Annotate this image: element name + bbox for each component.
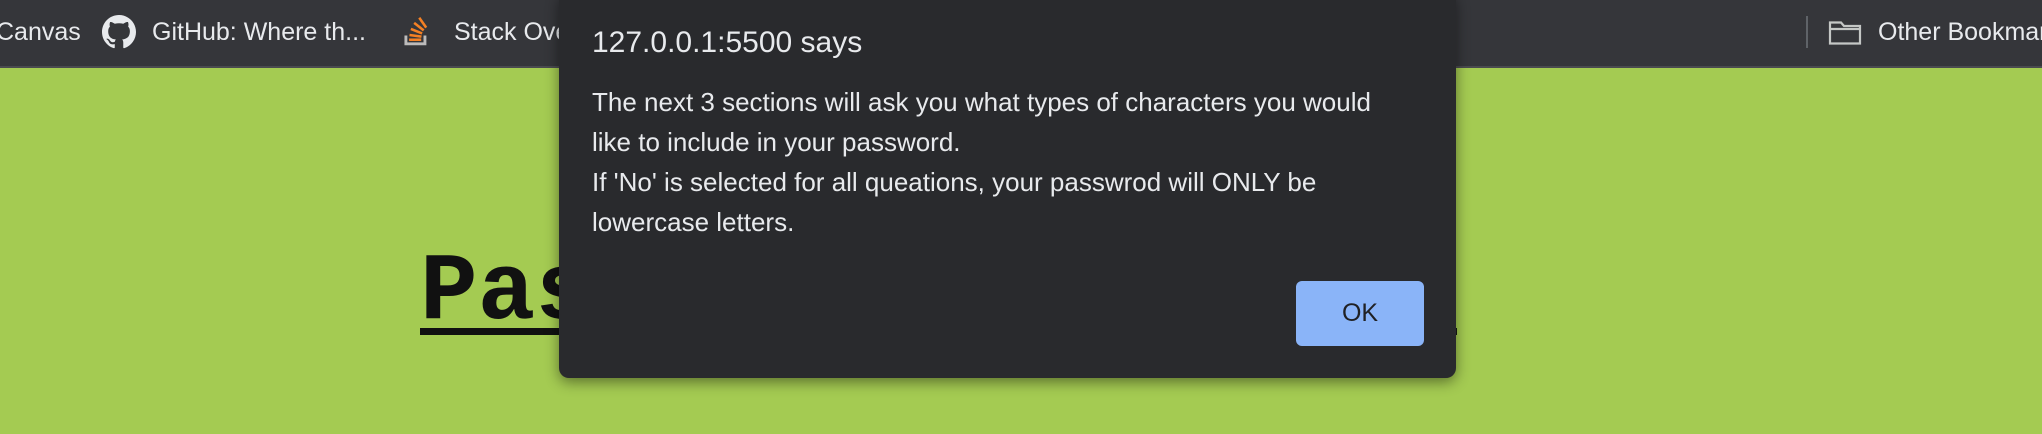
bookmark-github[interactable]: GitHub: Where th...	[102, 0, 366, 64]
bookmark-label: Canvas	[0, 17, 81, 46]
github-icon	[102, 15, 136, 49]
alert-title: 127.0.0.1:5500 says	[592, 26, 863, 59]
alert-message-line: The next 3 sections will ask you what ty…	[592, 87, 1371, 157]
other-bookmarks-label: Other Bookmarks	[1878, 17, 2042, 46]
ok-button[interactable]: OK	[1296, 281, 1424, 346]
other-bookmarks-button[interactable]: Other Bookmarks	[1828, 0, 2042, 64]
bookmark-label: GitHub: Where th...	[152, 17, 366, 46]
alert-dialog: 127.0.0.1:5500 says The next 3 sections …	[559, 0, 1456, 378]
alert-message-line: If 'No' is selected for all queations, y…	[592, 167, 1317, 237]
folder-icon	[1828, 18, 1862, 46]
stackoverflow-icon	[402, 17, 430, 47]
bookmarks-divider	[1806, 16, 1808, 48]
alert-message: The next 3 sections will ask you what ty…	[592, 82, 1412, 242]
bookmark-canvas[interactable]: Canvas	[0, 0, 81, 64]
